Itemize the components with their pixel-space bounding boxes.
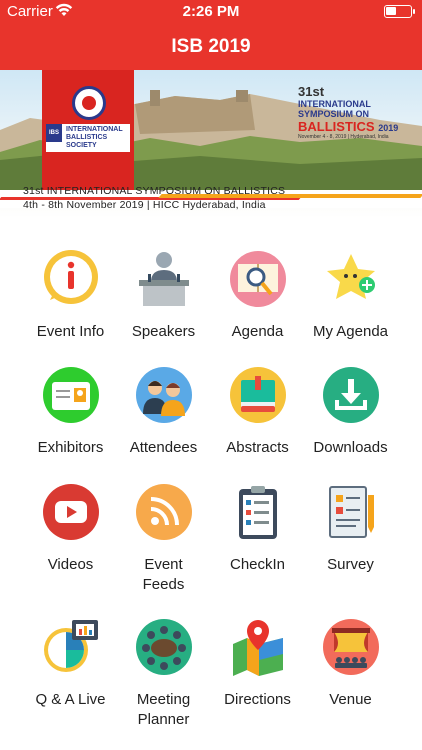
menu-label: Agenda [231, 323, 284, 340]
banner-caption-dates: 4th - 8th November 2019 | HICC Hyderabad… [23, 199, 266, 211]
meeting-planner-icon [136, 619, 192, 675]
symposium-line1: INTERNATIONAL [298, 99, 371, 109]
banner-caption-title: 31st INTERNATIONAL SYMPOSIUM ON BALLISTI… [23, 185, 286, 197]
society-line2: BALLISTICS SOCIETY [66, 134, 108, 149]
venue-icon [323, 619, 379, 675]
survey-icon [329, 486, 374, 538]
checkin-icon [239, 486, 277, 539]
society-short: IBS [46, 124, 62, 142]
menu-label: Venue [329, 691, 372, 708]
attendees-icon [136, 367, 192, 423]
videos-icon [43, 484, 99, 540]
battery-icon [384, 5, 415, 18]
event-banner[interactable]: INTERNATIONAL BALLISTICS SOCIETY IBS 31s… [0, 70, 422, 218]
menu-label: Survey [327, 556, 374, 573]
symposium-line3: BALLISTICS [298, 119, 375, 134]
nav-bar: ISB 2019 [0, 24, 422, 70]
qa-live-icon [44, 620, 98, 672]
menu-label: Directions [224, 691, 291, 708]
menu-label: Attendees [129, 439, 198, 456]
downloads-icon [323, 367, 379, 423]
menu-label: Downloads [313, 439, 388, 456]
ibs-logo: INTERNATIONAL BALLISTICS SOCIETY IBS [42, 70, 134, 198]
abstracts-icon [230, 367, 286, 423]
speakers-icon [139, 252, 189, 306]
menu-label: Exhibitors [37, 439, 104, 456]
my-agenda-icon [327, 254, 375, 299]
event-info-icon [44, 250, 98, 304]
symposium-line2: SYMPOSIUM ON [298, 109, 370, 119]
menu-label: Abstracts [226, 439, 289, 456]
symposium-year: 2019 [378, 123, 399, 133]
symposium-number: 31st [298, 84, 325, 99]
society-line1: INTERNATIONAL [66, 126, 123, 133]
ibs-emblem-icon [72, 86, 106, 120]
directions-icon [233, 620, 283, 676]
symposium-logo: 31st INTERNATIONAL SYMPOSIUM ON BALLISTI… [298, 84, 418, 140]
clock: 2:26 PM [182, 3, 240, 20]
menu-grid: Event Info Speakers Agenda My Agenda Exh… [0, 218, 422, 750]
menu-label: Q & A Live [35, 691, 106, 708]
exhibitors-icon [43, 367, 99, 423]
menu-label: Speakers [131, 323, 196, 340]
page-title: ISB 2019 [171, 36, 251, 57]
menu-label: CheckIn [229, 556, 286, 573]
menu-label: Videos [47, 556, 94, 573]
menu-label: Event Feeds [142, 556, 185, 593]
menu-label: Event Info [36, 323, 105, 340]
menu-label: Meeting Planner [136, 691, 191, 728]
menu-label: My Agenda [312, 323, 389, 340]
status-bar: Carrier 2:26 PM [0, 0, 422, 24]
event-feeds-icon [136, 484, 192, 540]
agenda-icon [230, 251, 286, 307]
symposium-dates: November 4 - 8, 2019 | Hyderabad, India [298, 134, 389, 140]
